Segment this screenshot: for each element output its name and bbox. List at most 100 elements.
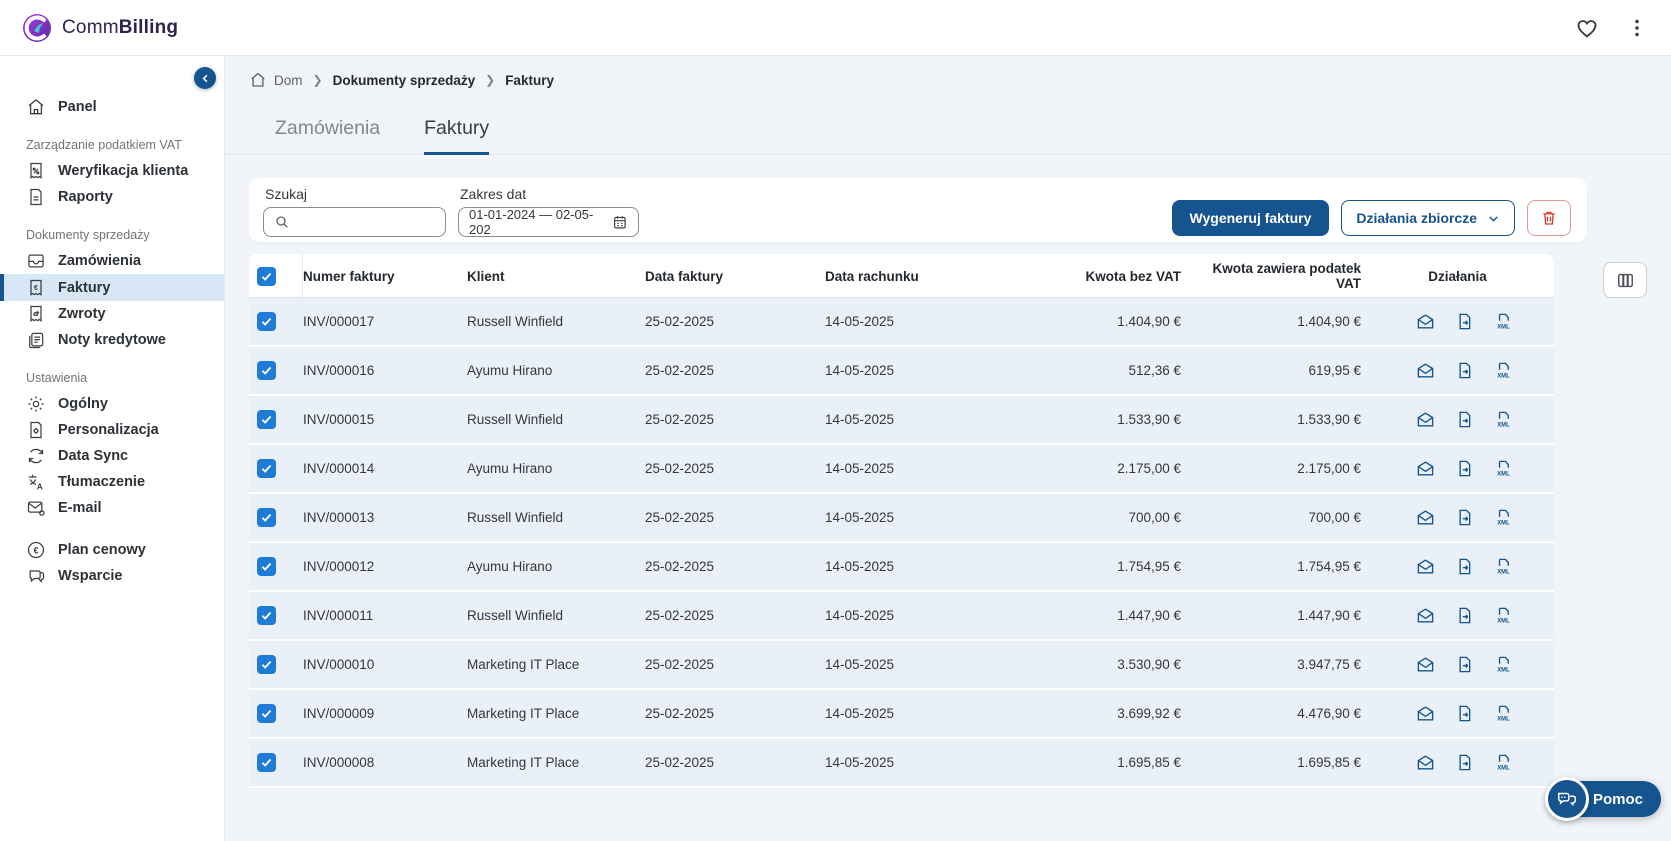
sidebar-item-plan-cenowy[interactable]: € Plan cenowy — [0, 537, 224, 563]
xml-file-icon[interactable]: XML — [1494, 606, 1513, 625]
toolbar: Wygeneruj faktury Działania zbiorcze — [1172, 184, 1571, 236]
kebab-menu-icon[interactable] — [1625, 16, 1649, 40]
xml-file-icon[interactable]: XML — [1494, 508, 1513, 527]
breadcrumb-section[interactable]: Dokumenty sprzedaży — [333, 73, 476, 88]
send-email-icon[interactable] — [1416, 557, 1435, 576]
column-header-client[interactable]: Klient — [467, 269, 645, 284]
invoice-number: INV/000012 — [303, 559, 467, 574]
export-file-icon[interactable] — [1455, 410, 1474, 429]
help-button[interactable]: Pomoc — [1549, 781, 1661, 817]
invoice-number: INV/000008 — [303, 755, 467, 770]
svg-text:XML: XML — [1497, 570, 1510, 576]
export-file-icon[interactable] — [1455, 606, 1474, 625]
tab-faktury[interactable]: Faktury — [424, 117, 489, 155]
invoice-date: 25-02-2025 — [645, 608, 825, 623]
export-file-icon[interactable] — [1455, 508, 1474, 527]
send-email-icon[interactable] — [1416, 606, 1435, 625]
send-email-icon[interactable] — [1416, 410, 1435, 429]
sidebar-item-email[interactable]: E-mail — [0, 495, 224, 521]
table-row[interactable]: INV/000011 Russell Winfield 25-02-2025 1… — [249, 592, 1554, 639]
send-email-icon[interactable] — [1416, 655, 1435, 674]
trash-icon — [1540, 209, 1558, 227]
sidebar-item-ogolny[interactable]: Ogólny — [0, 391, 224, 417]
sidebar-item-zamowienia[interactable]: Zamówienia — [0, 248, 224, 274]
table-row[interactable]: INV/000015 Russell Winfield 25-02-2025 1… — [249, 396, 1554, 443]
row-checkbox[interactable] — [257, 508, 276, 527]
search-icon — [274, 214, 290, 230]
row-checkbox[interactable] — [257, 655, 276, 674]
send-email-icon[interactable] — [1416, 459, 1435, 478]
xml-file-icon[interactable]: XML — [1494, 459, 1513, 478]
row-checkbox[interactable] — [257, 312, 276, 331]
xml-file-icon[interactable]: XML — [1494, 655, 1513, 674]
export-file-icon[interactable] — [1455, 459, 1474, 478]
export-file-icon[interactable] — [1455, 704, 1474, 723]
xml-file-icon[interactable]: XML — [1494, 410, 1513, 429]
row-checkbox[interactable] — [257, 704, 276, 723]
table-row[interactable]: INV/000013 Russell Winfield 25-02-2025 1… — [249, 494, 1554, 541]
xml-file-icon[interactable]: XML — [1494, 704, 1513, 723]
brand[interactable]: CommBilling — [22, 13, 178, 43]
sidebar-item-weryfikacja-klienta[interactable]: Weryfikacja klienta — [0, 158, 224, 184]
sidebar-item-panel[interactable]: Panel — [0, 94, 224, 120]
row-checkbox[interactable] — [257, 557, 276, 576]
invoice-client: Ayumu Hirano — [467, 461, 645, 476]
search-input[interactable] — [298, 215, 428, 230]
sidebar-item-raporty[interactable]: Raporty — [0, 184, 224, 210]
table-row[interactable]: INV/000009 Marketing IT Place 25-02-2025… — [249, 690, 1554, 737]
sidebar-item-zwroty[interactable]: Zwroty — [0, 301, 224, 327]
column-header-number[interactable]: Numer faktury — [303, 269, 467, 284]
send-email-icon[interactable] — [1416, 704, 1435, 723]
export-file-icon[interactable] — [1455, 557, 1474, 576]
column-header-gross[interactable]: Kwota zawiera podatek VAT — [1195, 261, 1375, 291]
invoice-date: 25-02-2025 — [645, 461, 825, 476]
sidebar-item-personalizacja[interactable]: Personalizacja — [0, 417, 224, 443]
sidebar-item-noty-kredytowe[interactable]: Noty kredytowe — [0, 327, 224, 353]
row-checkbox[interactable] — [257, 459, 276, 478]
chevron-down-icon — [1487, 212, 1500, 225]
export-file-icon[interactable] — [1455, 312, 1474, 331]
xml-file-icon[interactable]: XML — [1494, 557, 1513, 576]
table-row[interactable]: INV/000017 Russell Winfield 25-02-2025 1… — [249, 298, 1554, 345]
send-email-icon[interactable] — [1416, 753, 1435, 772]
send-email-icon[interactable] — [1416, 508, 1435, 527]
export-file-icon[interactable] — [1455, 655, 1474, 674]
sidebar-collapse-button[interactable] — [194, 67, 216, 89]
date-range-input[interactable]: 01-01-2024 — 02-05-202 — [458, 207, 639, 237]
column-header-invoice-date[interactable]: Data faktury — [645, 269, 825, 284]
sidebar-item-data-sync[interactable]: Data Sync — [0, 443, 224, 469]
export-file-icon[interactable] — [1455, 361, 1474, 380]
export-file-icon[interactable] — [1455, 753, 1474, 772]
row-checkbox[interactable] — [257, 753, 276, 772]
generate-invoices-button[interactable]: Wygeneruj faktury — [1172, 200, 1330, 236]
table-row[interactable]: INV/000012 Ayumu Hirano 25-02-2025 14-05… — [249, 543, 1554, 590]
xml-file-icon[interactable]: XML — [1494, 361, 1513, 380]
tab-zamowienia[interactable]: Zamówienia — [275, 117, 380, 155]
select-all-checkbox[interactable] — [257, 267, 276, 286]
amount-gross: 3.947,75 € — [1195, 657, 1375, 672]
row-checkbox[interactable] — [257, 410, 276, 429]
bulk-actions-button[interactable]: Działania zbiorcze — [1341, 200, 1515, 236]
send-email-icon[interactable] — [1416, 312, 1435, 331]
sidebar-item-tlumaczenie[interactable]: A Tłumaczenie — [0, 469, 224, 495]
delete-button[interactable] — [1527, 200, 1571, 236]
sidebar-item-faktury[interactable]: € Faktury — [0, 274, 224, 301]
xml-file-icon[interactable]: XML — [1494, 753, 1513, 772]
chevron-left-icon — [200, 73, 211, 84]
row-checkbox[interactable] — [257, 361, 276, 380]
column-header-bill-date[interactable]: Data rachunku — [825, 269, 1073, 284]
table-row[interactable]: INV/000008 Marketing IT Place 25-02-2025… — [249, 739, 1554, 786]
table-row[interactable]: INV/000010 Marketing IT Place 25-02-2025… — [249, 641, 1554, 688]
table-row[interactable]: INV/000014 Ayumu Hirano 25-02-2025 14-05… — [249, 445, 1554, 492]
breadcrumb-home[interactable]: Dom — [249, 71, 303, 89]
column-settings-button[interactable] — [1603, 262, 1647, 298]
table-row[interactable]: INV/000016 Ayumu Hirano 25-02-2025 14-05… — [249, 347, 1554, 394]
row-checkbox[interactable] — [257, 606, 276, 625]
send-email-icon[interactable] — [1416, 361, 1435, 380]
column-header-net[interactable]: Kwota bez VAT — [1073, 269, 1195, 284]
search-input-box[interactable] — [263, 207, 446, 237]
sidebar-item-wsparcie[interactable]: Wsparcie — [0, 563, 224, 589]
bill-date: 14-05-2025 — [825, 608, 1073, 623]
favorites-heart-icon[interactable] — [1575, 16, 1599, 40]
xml-file-icon[interactable]: XML — [1494, 312, 1513, 331]
